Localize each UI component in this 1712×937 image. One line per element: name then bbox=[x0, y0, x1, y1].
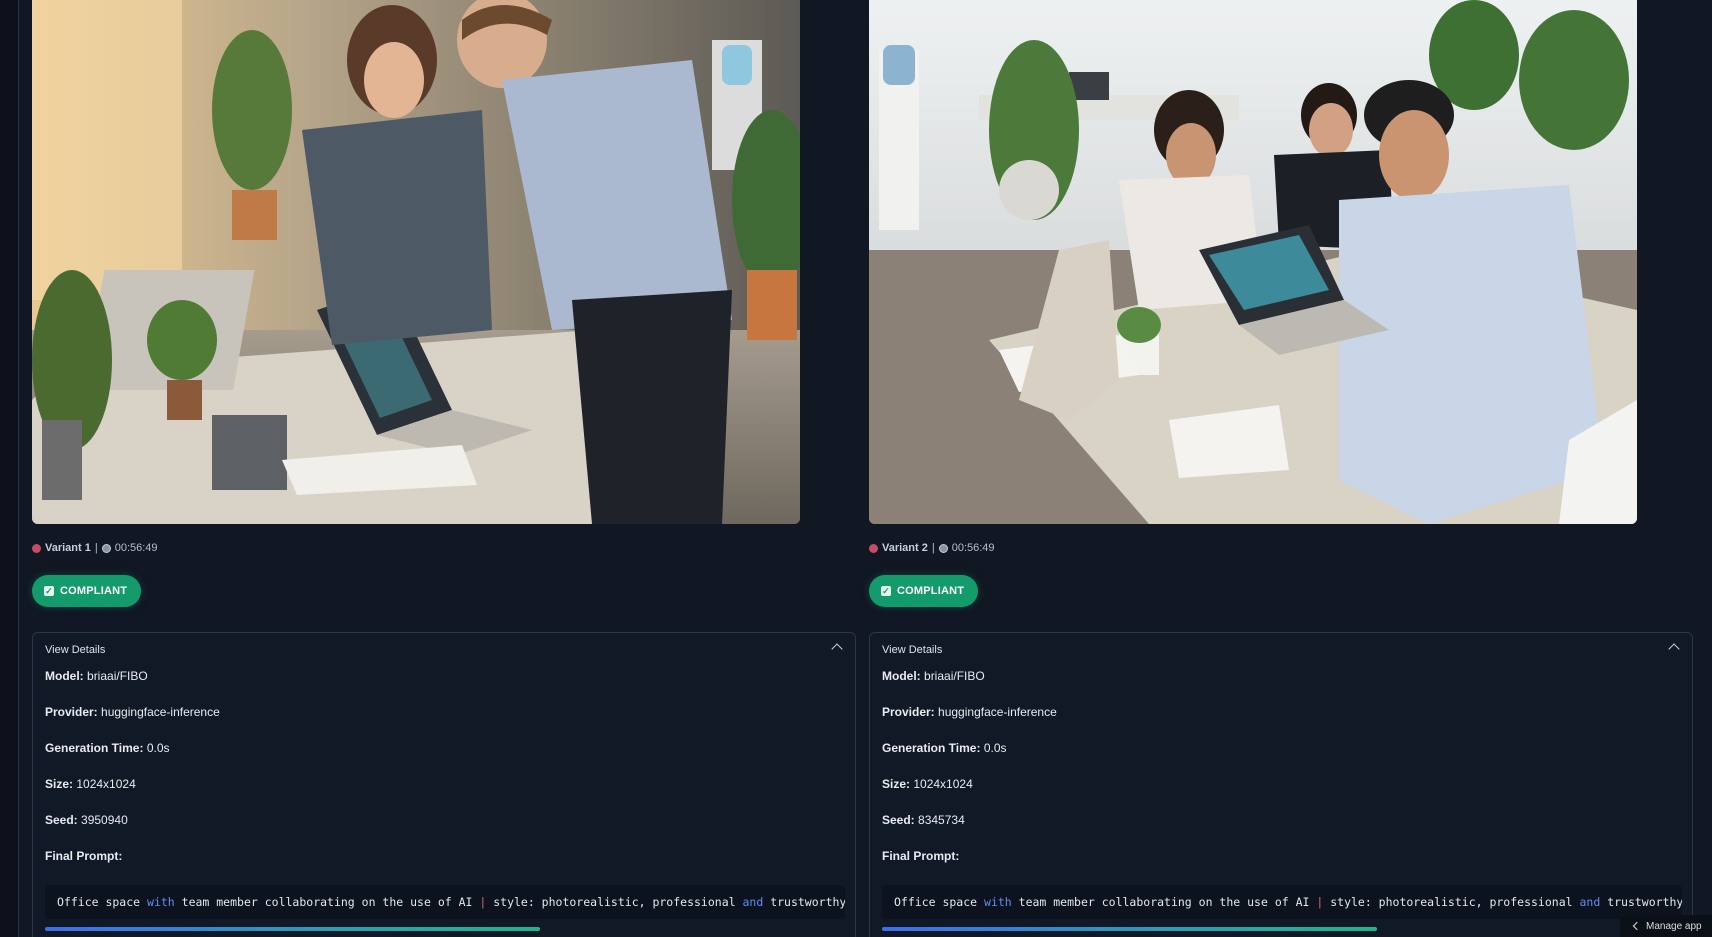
provider-label: Provider: bbox=[45, 705, 98, 719]
provider-label: Provider: bbox=[882, 705, 935, 719]
prompt-code-block[interactable]: Office space with team member collaborat… bbox=[882, 885, 1682, 919]
generation-time-value: 0.0s bbox=[983, 741, 1007, 755]
size-value: 1024x1024 bbox=[913, 777, 973, 791]
variant-meta: Variant 2 | 00:56:49 bbox=[869, 542, 995, 554]
chevron-left-icon bbox=[1632, 921, 1642, 931]
model-value: briaai/FIBO bbox=[87, 669, 148, 683]
manage-app-label: Manage app bbox=[1646, 920, 1702, 932]
variant-label: Variant 2 bbox=[882, 542, 928, 554]
chevron-up-icon[interactable] bbox=[831, 643, 843, 655]
variant-meta: Variant 1 | 00:56:49 bbox=[32, 542, 158, 554]
left-gutter bbox=[0, 0, 19, 937]
view-details-toggle[interactable]: View Details bbox=[45, 644, 105, 656]
size-value: 1024x1024 bbox=[76, 777, 136, 791]
prompt-keyword: with bbox=[984, 895, 1012, 909]
size-label: Size: bbox=[45, 777, 74, 791]
palette-icon bbox=[32, 543, 41, 553]
model-value: briaai/FIBO bbox=[924, 669, 985, 683]
clock-icon bbox=[938, 543, 948, 553]
generated-image-1[interactable] bbox=[32, 0, 800, 524]
variant-label: Variant 1 bbox=[45, 542, 91, 554]
meta-separator: | bbox=[931, 542, 935, 554]
prompt-segment: Office space bbox=[894, 895, 985, 909]
final-prompt-field: Final Prompt: bbox=[882, 849, 959, 863]
model-label: Model: bbox=[45, 669, 84, 683]
prompt-text: Office space with team member collaborat… bbox=[57, 895, 845, 909]
final-prompt-field: Final Prompt: bbox=[45, 849, 122, 863]
prompt-keyword: with bbox=[147, 895, 175, 909]
size-field: Size: 1024x1024 bbox=[45, 777, 136, 791]
prompt-horizontal-scrollbar[interactable] bbox=[882, 927, 1377, 931]
clock-icon bbox=[101, 543, 111, 553]
checkbox-icon: ✓ bbox=[881, 586, 891, 596]
palette-icon bbox=[869, 543, 878, 553]
model-label: Model: bbox=[882, 669, 921, 683]
seed-field: Seed: 8345734 bbox=[882, 813, 965, 827]
variant-card-1: Variant 1 | 00:56:49 ✓ COMPLIANT View De… bbox=[32, 0, 858, 937]
seed-value: 3950940 bbox=[81, 813, 128, 827]
office-photo-1 bbox=[32, 0, 800, 524]
variant-card-2: Variant 2 | 00:56:49 ✓ COMPLIANT View De… bbox=[869, 0, 1695, 937]
generation-time-label: Generation Time: bbox=[45, 741, 144, 755]
app-page: Variant 1 | 00:56:49 ✓ COMPLIANT View De… bbox=[0, 0, 1712, 937]
generation-time-value: 0.0s bbox=[146, 741, 170, 755]
compliant-label: COMPLIANT bbox=[897, 585, 965, 597]
prompt-segment: Office space bbox=[57, 895, 148, 909]
generated-image-2[interactable] bbox=[869, 0, 1637, 524]
prompt-segment: trustworthy bbox=[763, 895, 845, 909]
details-expander: View Details Model: briaai/FIBO Provider… bbox=[32, 632, 856, 937]
model-field: Model: briaai/FIBO bbox=[882, 669, 985, 683]
seed-label: Seed: bbox=[882, 813, 915, 827]
provider-value: huggingface-inference bbox=[101, 705, 220, 719]
prompt-code-block[interactable]: Office space with team member collaborat… bbox=[45, 885, 845, 919]
prompt-horizontal-scrollbar[interactable] bbox=[45, 927, 540, 931]
variant-time: 00:56:49 bbox=[114, 542, 158, 554]
prompt-segment: team member collaborating on the use of … bbox=[174, 895, 480, 909]
office-photo-2 bbox=[869, 0, 1637, 524]
final-prompt-label: Final Prompt: bbox=[882, 849, 960, 863]
prompt-segment: style: photorealistic, professional bbox=[1323, 895, 1580, 909]
seed-field: Seed: 3950940 bbox=[45, 813, 128, 827]
prompt-text: Office space with team member collaborat… bbox=[894, 895, 1682, 909]
prompt-keyword: and bbox=[742, 895, 764, 909]
prompt-segment: style: photorealistic, professional bbox=[486, 895, 743, 909]
compliant-label: COMPLIANT bbox=[60, 585, 128, 597]
seed-label: Seed: bbox=[45, 813, 78, 827]
compliant-badge[interactable]: ✓ COMPLIANT bbox=[869, 575, 979, 607]
final-prompt-label: Final Prompt: bbox=[45, 849, 123, 863]
provider-value: huggingface-inference bbox=[938, 705, 1057, 719]
meta-separator: | bbox=[94, 542, 98, 554]
checkbox-icon: ✓ bbox=[44, 586, 54, 596]
generation-time-field: Generation Time: 0.0s bbox=[882, 741, 1007, 755]
compliant-badge[interactable]: ✓ COMPLIANT bbox=[32, 575, 142, 607]
details-expander: View Details Model: briaai/FIBO Provider… bbox=[869, 632, 1693, 937]
provider-field: Provider: huggingface-inference bbox=[45, 705, 220, 719]
generation-time-label: Generation Time: bbox=[882, 741, 981, 755]
seed-value: 8345734 bbox=[918, 813, 965, 827]
prompt-keyword: and bbox=[1579, 895, 1601, 909]
view-details-toggle[interactable]: View Details bbox=[882, 644, 942, 656]
chevron-up-icon[interactable] bbox=[1668, 643, 1680, 655]
model-field: Model: briaai/FIBO bbox=[45, 669, 148, 683]
generation-time-field: Generation Time: 0.0s bbox=[45, 741, 170, 755]
variant-time: 00:56:49 bbox=[951, 542, 995, 554]
prompt-segment: trustworthy bbox=[1600, 895, 1682, 909]
size-label: Size: bbox=[882, 777, 911, 791]
size-field: Size: 1024x1024 bbox=[882, 777, 973, 791]
provider-field: Provider: huggingface-inference bbox=[882, 705, 1057, 719]
prompt-segment: team member collaborating on the use of … bbox=[1011, 895, 1317, 909]
manage-app-button[interactable]: Manage app bbox=[1620, 915, 1712, 937]
